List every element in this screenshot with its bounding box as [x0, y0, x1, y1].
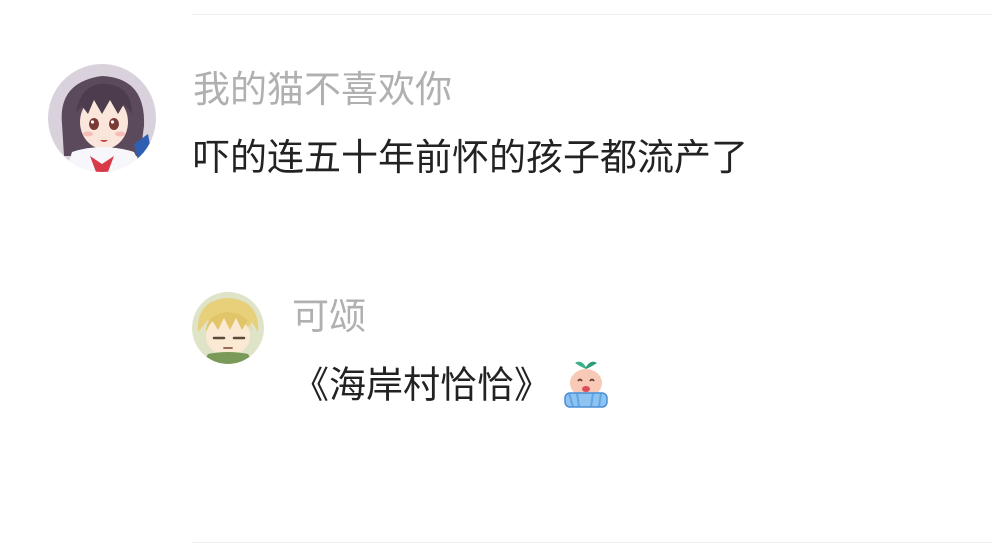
reply-text: 《海岸村恰恰》 [292, 363, 551, 407]
anime-girl-avatar-icon [48, 64, 156, 172]
comment-text: 吓的连五十年前怀的孩子都流产了 [193, 136, 748, 179]
anime-boy-avatar-icon [192, 292, 264, 364]
comment-username[interactable]: 我的猫不喜欢你 [193, 66, 452, 114]
reply-text-line: 《海岸村恰恰》 [292, 360, 613, 414]
comment-thread: 我的猫不喜欢你 吓的连五十年前怀的孩子都流产了 可颂 《海岸村恰恰》 [0, 0, 992, 558]
top-divider [192, 14, 992, 15]
crying-emoji-icon [559, 357, 613, 411]
user-avatar[interactable] [48, 64, 156, 172]
bottom-divider [192, 542, 992, 543]
reply-username[interactable]: 可颂 [292, 293, 366, 341]
user-avatar[interactable] [192, 292, 264, 364]
